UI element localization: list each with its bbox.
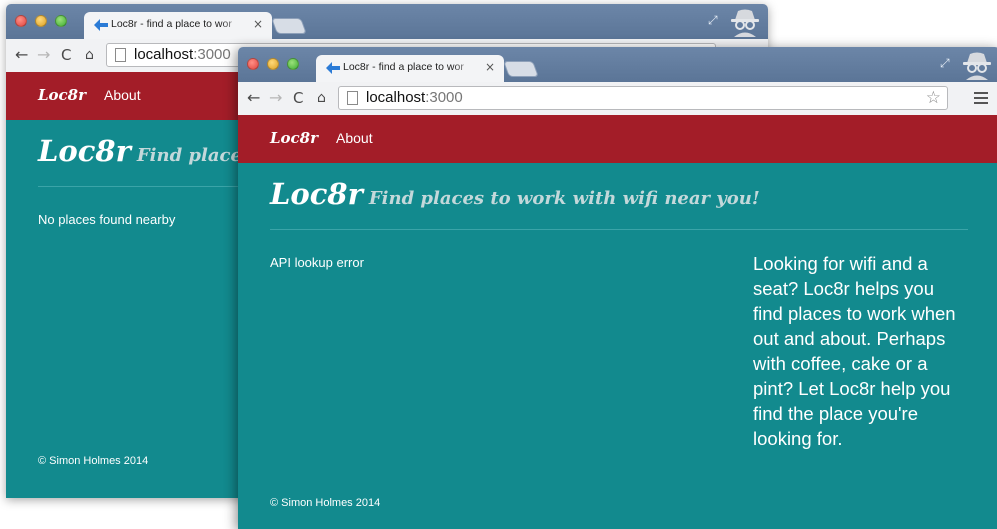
browser-tab[interactable]: Loc8r - find a place to wor ×: [316, 55, 504, 82]
browser-window-front: Loc8r - find a place to wor × ⤢ ← → C ⌂ …: [238, 47, 997, 529]
page-title: Loc8r: [38, 134, 131, 168]
page-title: Loc8r: [270, 177, 363, 211]
back-arrow-icon[interactable]: ←: [247, 89, 260, 107]
home-icon[interactable]: ⌂: [317, 89, 326, 107]
sidebar-description: Looking for wifi and a seat? Loc8r helps…: [753, 253, 956, 449]
error-message: API lookup error: [270, 255, 364, 270]
site-navbar: Loc8r About: [238, 115, 997, 163]
address-bar[interactable]: localhost:3000 ☆: [338, 86, 948, 110]
menu-icon[interactable]: [974, 92, 988, 104]
bookmark-star-icon[interactable]: ☆: [926, 88, 941, 108]
home-icon[interactable]: ⌂: [85, 46, 94, 64]
reload-icon[interactable]: C: [293, 89, 303, 107]
navbar-brand-link[interactable]: Loc8r: [38, 86, 86, 104]
zoom-window-button[interactable]: [287, 58, 299, 70]
zoom-window-button[interactable]: [55, 15, 67, 27]
page-icon: [347, 91, 358, 105]
tab-title: Loc8r - find a place to wor: [343, 61, 478, 73]
url-text: localhost:3000: [366, 89, 463, 106]
minimize-window-button[interactable]: [267, 58, 279, 70]
divider: [270, 229, 968, 230]
tab-close-icon[interactable]: ×: [253, 17, 263, 31]
favicon-icon: [94, 19, 108, 31]
close-window-button[interactable]: [247, 58, 259, 70]
navbar-brand-link[interactable]: Loc8r: [270, 129, 318, 147]
url-text: localhost:3000: [134, 46, 231, 63]
status-message: No places found nearby: [38, 212, 176, 227]
nav-about-link[interactable]: About: [336, 130, 373, 146]
page-header: Loc8rFind places to work with wifi near …: [270, 177, 760, 211]
tab-close-icon[interactable]: ×: [485, 60, 495, 74]
minimize-window-button[interactable]: [35, 15, 47, 27]
new-tab-button[interactable]: [503, 61, 539, 77]
browser-toolbar: ← → C ⌂ localhost:3000 ☆: [238, 82, 997, 116]
favicon-icon: [326, 62, 340, 74]
forward-arrow-icon[interactable]: →: [269, 89, 282, 107]
page-content: Loc8rFind places to work with wifi near …: [238, 163, 997, 529]
incognito-icon: [963, 52, 991, 80]
footer: © Simon Holmes 2014: [270, 497, 381, 509]
nav-about-link[interactable]: About: [104, 87, 141, 103]
close-window-button[interactable]: [15, 15, 27, 27]
title-bar: Loc8r - find a place to wor × ⤢: [6, 4, 768, 39]
fullscreen-icon[interactable]: ⤢: [940, 56, 954, 70]
fullscreen-icon[interactable]: ⤢: [708, 13, 722, 27]
title-bar: Loc8r - find a place to wor × ⤢: [238, 47, 997, 82]
reload-icon[interactable]: C: [61, 46, 71, 64]
tab-title: Loc8r - find a place to wor: [111, 18, 246, 30]
browser-tab[interactable]: Loc8r - find a place to wor ×: [84, 12, 272, 39]
page-tagline: Find places to work with wifi near you!: [368, 188, 760, 209]
new-tab-button[interactable]: [271, 18, 307, 34]
back-arrow-icon[interactable]: ←: [15, 46, 28, 64]
footer: © Simon Holmes 2014: [38, 455, 149, 467]
forward-arrow-icon[interactable]: →: [37, 46, 50, 64]
page-icon: [115, 48, 126, 62]
incognito-icon: [731, 9, 759, 37]
